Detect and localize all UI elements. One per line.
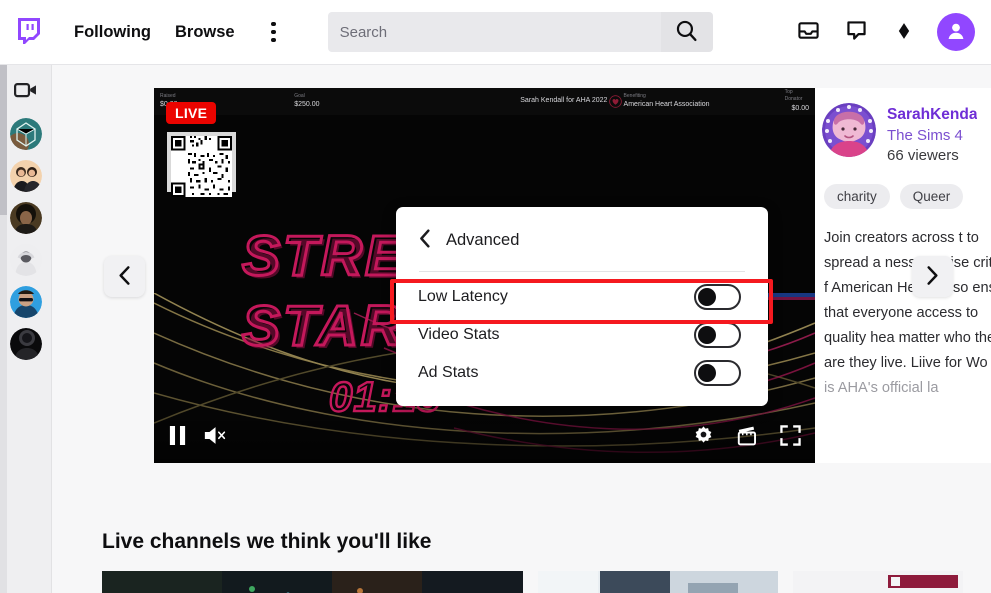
- gear-icon: [693, 425, 714, 449]
- channel-meta: SarahKenda The Sims 4 66 viewers: [887, 103, 977, 166]
- settings-back-button[interactable]: [418, 229, 432, 251]
- channel-header: SarahKenda The Sims 4 66 viewers: [822, 103, 991, 166]
- tag-charity[interactable]: charity: [824, 184, 890, 210]
- prime-loot-button[interactable]: [889, 17, 919, 47]
- recommendation-thumbnail-2[interactable]: LIVE: [538, 571, 778, 593]
- setting-row-video-stats[interactable]: Video Stats: [396, 316, 768, 354]
- left-sidebar: [0, 65, 52, 593]
- overlay-top-donator-label: Top Donator: [784, 89, 803, 103]
- sidebar-item-channel-4[interactable]: [9, 244, 42, 276]
- search-bar: [327, 12, 713, 52]
- tag-queer[interactable]: Queer: [899, 184, 964, 210]
- carousel-prev-button[interactable]: [104, 256, 145, 297]
- overlay-campaign: Sarah Kendall for AHA 2022: [500, 96, 607, 106]
- player-controls-left: [168, 425, 229, 449]
- overlay-top-donator-value: $0.00: [791, 104, 810, 112]
- settings-popup-title: Advanced: [446, 230, 520, 249]
- twitch-logo[interactable]: [14, 16, 44, 48]
- user-avatar-button[interactable]: [937, 13, 975, 51]
- whispers-icon: [845, 19, 868, 45]
- stream-description: Join creators across t to spread a ness,…: [824, 226, 991, 401]
- page-scrollbar[interactable]: [0, 65, 7, 593]
- channel-name[interactable]: SarahKenda: [887, 105, 977, 126]
- viewer-count: 66 viewers: [887, 147, 959, 165]
- user-avatar-icon: [944, 19, 968, 46]
- recommendations-row: LIVE LIVE: [102, 571, 963, 593]
- inbox-button[interactable]: [793, 17, 823, 47]
- overlay-goal-value: $250.00: [294, 101, 320, 109]
- nav-left-group: Following Browse: [0, 16, 289, 48]
- recommendations-title: Live channels we think you'll like: [102, 530, 432, 553]
- sidebar-item-channel-2[interactable]: [9, 160, 42, 192]
- settings-gear-button[interactable]: [693, 425, 714, 449]
- setting-row-ad-stats[interactable]: Ad Stats: [396, 354, 768, 392]
- prime-loot-icon: [894, 21, 914, 44]
- sidebar-item-channel-6[interactable]: [9, 328, 42, 360]
- clip-icon: [736, 425, 758, 449]
- kebab-menu-icon[interactable]: [259, 17, 289, 47]
- overlay-raised-label: Raised: [160, 92, 176, 99]
- sidebar-item-channel-1[interactable]: [9, 118, 42, 150]
- mute-button[interactable]: [203, 425, 229, 449]
- stream-info-panel: SarahKenda The Sims 4 66 viewers charity…: [815, 88, 991, 463]
- recommendation-thumbnail-1[interactable]: LIVE: [102, 571, 523, 593]
- pause-icon: [168, 425, 187, 449]
- overlay-goal-label: Goal: [294, 92, 305, 99]
- chevron-left-icon: [117, 265, 132, 288]
- setting-row-low-latency[interactable]: Low Latency: [396, 278, 768, 316]
- top-navigation-bar: Following Browse: [0, 0, 991, 65]
- nav-link-browse[interactable]: Browse: [163, 17, 247, 48]
- carousel-next-button[interactable]: [912, 256, 953, 297]
- overlay-benefiting-value: American Heart Association: [623, 101, 710, 109]
- aha-logo-icon: [607, 95, 623, 108]
- setting-label-low-latency: Low Latency: [418, 288, 508, 305]
- toggle-low-latency[interactable]: [694, 284, 741, 310]
- nav-right-group: [793, 13, 991, 51]
- clip-button[interactable]: [736, 425, 758, 449]
- player-controls-bar: [154, 411, 815, 463]
- qr-code-image: [167, 132, 236, 197]
- volume-muted-icon: [203, 425, 229, 449]
- search-input[interactable]: [327, 12, 661, 52]
- nav-link-following[interactable]: Following: [62, 17, 163, 48]
- live-badge: LIVE: [166, 102, 217, 124]
- toggle-video-stats[interactable]: [694, 322, 741, 348]
- player-settings-popup: Advanced Low Latency Video Stats Ad Stat…: [396, 207, 768, 406]
- channel-avatar[interactable]: [822, 103, 876, 157]
- stream-description-text: Join creators across t to spread a ness,…: [824, 230, 991, 372]
- whispers-button[interactable]: [841, 17, 871, 47]
- overlay-benefiting: Benefiting American Heart Association: [624, 93, 785, 110]
- player-controls-right: [693, 425, 801, 449]
- sidebar-item-channel-3[interactable]: [9, 202, 42, 234]
- overlay-campaign-text: Sarah Kendall for AHA 2022: [520, 97, 608, 105]
- search-button[interactable]: [660, 12, 713, 52]
- recommendation-thumbnail-3[interactable]: [793, 571, 963, 593]
- donation-overlay-bar: Raised $0.00 Goal $250.00 Sarah Kendall …: [154, 88, 815, 115]
- search-icon: [674, 18, 699, 46]
- video-camera-icon[interactable]: [13, 77, 39, 103]
- chevron-right-icon: [925, 265, 940, 288]
- toggle-ad-stats[interactable]: [694, 360, 741, 386]
- overlay-benefiting-label: Benefiting: [623, 92, 646, 99]
- setting-label-video-stats: Video Stats: [418, 326, 500, 343]
- pause-button[interactable]: [168, 425, 187, 449]
- fullscreen-icon: [780, 425, 801, 449]
- stream-tags: charity Queer: [824, 184, 991, 210]
- settings-popup-header: Advanced: [396, 207, 768, 271]
- chevron-left-icon: [418, 229, 432, 251]
- overlay-top-donator: Top Donator $0.00: [785, 89, 809, 114]
- channel-game-link[interactable]: The Sims 4: [887, 126, 977, 146]
- sidebar-item-channel-5[interactable]: [9, 286, 42, 318]
- settings-rows: Low Latency Video Stats Ad Stats: [396, 272, 768, 406]
- inbox-icon: [797, 19, 820, 45]
- fullscreen-button[interactable]: [780, 425, 801, 449]
- setting-label-ad-stats: Ad Stats: [418, 364, 479, 381]
- overlay-goal: Goal $250.00: [294, 93, 500, 110]
